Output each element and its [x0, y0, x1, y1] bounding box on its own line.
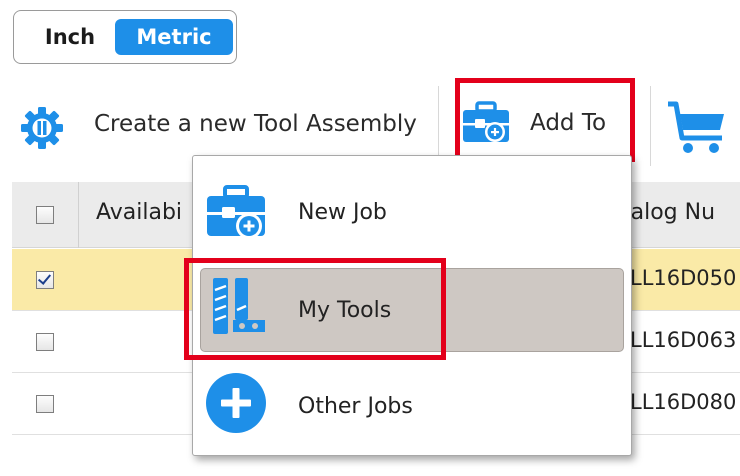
- unit-inch-option[interactable]: Inch: [26, 19, 114, 55]
- column-header-catalog-number[interactable]: talog Nu: [622, 200, 715, 225]
- add-to-menu: New Job My Tools Other Jobs: [192, 155, 632, 456]
- create-tool-assembly-label: Create a new Tool Assembly: [94, 111, 417, 137]
- column-divider: [78, 182, 79, 248]
- add-to-label: Add To: [530, 110, 607, 136]
- menu-item-label: My Tools: [298, 298, 392, 323]
- catalog-number-cell: LL16D063: [630, 328, 737, 352]
- gear-icon: [21, 107, 63, 149]
- cart-icon: [668, 101, 724, 153]
- catalog-number-cell: LL16D080: [630, 390, 737, 414]
- create-tool-assembly-button[interactable]: Create a new Tool Assembly: [20, 98, 420, 158]
- briefcase-plus-icon: [463, 101, 509, 142]
- catalog-number-cell: LL16D050: [630, 266, 737, 290]
- select-all-checkbox[interactable]: [36, 206, 54, 224]
- menu-item-other-jobs[interactable]: Other Jobs: [193, 358, 631, 454]
- end-mill-tools-icon: [213, 278, 265, 334]
- row-checkbox[interactable]: [36, 271, 54, 289]
- row-checkbox[interactable]: [36, 395, 54, 413]
- row-checkbox[interactable]: [36, 333, 54, 351]
- plus-circle-icon: [206, 373, 266, 433]
- unit-metric-option[interactable]: Metric: [115, 19, 233, 55]
- unit-toggle: Inch Metric: [13, 10, 237, 64]
- briefcase-plus-icon: [207, 185, 265, 239]
- menu-item-new-job[interactable]: New Job: [193, 164, 631, 260]
- menu-item-my-tools[interactable]: My Tools: [193, 260, 631, 356]
- column-header-availability[interactable]: Availabi: [96, 200, 182, 225]
- toolbar-divider: [438, 86, 439, 166]
- add-to-button[interactable]: Add To: [456, 80, 634, 162]
- menu-item-label: New Job: [298, 200, 387, 225]
- menu-item-label: Other Jobs: [298, 394, 413, 419]
- cart-button[interactable]: [662, 98, 732, 158]
- toolbar-divider: [650, 86, 651, 166]
